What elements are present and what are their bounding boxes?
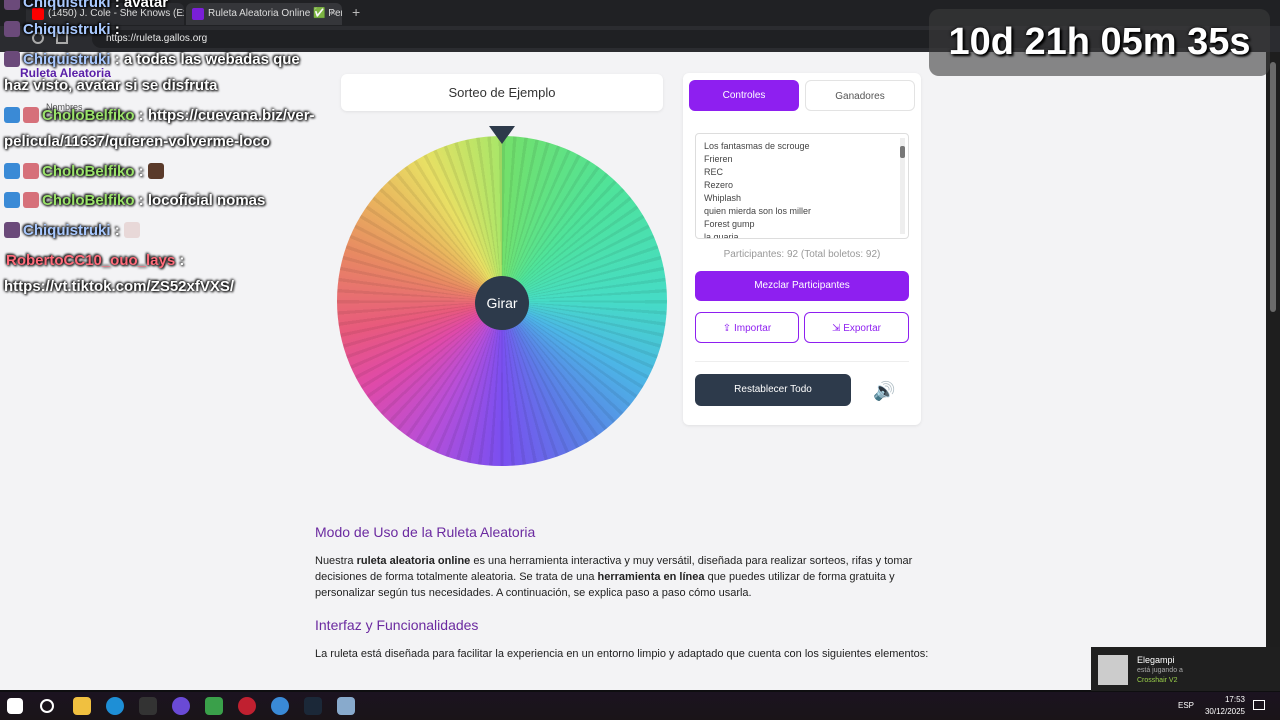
- paragraph-usage: Nuestra ruleta aleatoria online es una h…: [315, 555, 913, 599]
- emote-icon: [147, 163, 164, 179]
- avatar: [23, 107, 39, 123]
- import-button[interactable]: ⇪ Importar: [695, 312, 799, 343]
- scroll-thumb[interactable]: [1270, 62, 1276, 312]
- chat-message: Chiquistruki : avatar: [4, 0, 168, 11]
- toast-name: Elegampi: [1137, 655, 1175, 665]
- list-scrollbar[interactable]: [900, 138, 905, 234]
- chat-message-cont: https://vt.tiktok.com/ZS52xfVXS/: [4, 278, 235, 295]
- list-item: quien mierda son los miller: [704, 206, 812, 216]
- toast-line1: está jugando a: [1137, 667, 1183, 674]
- chat-message: Chiquistruki :: [4, 21, 120, 38]
- draw-title[interactable]: Sorteo de Ejemplo: [341, 74, 663, 111]
- minecraft-icon[interactable]: [205, 697, 223, 715]
- volume-icon[interactable]: 🔊: [873, 381, 895, 402]
- avatar: [23, 192, 39, 208]
- windows-start-icon[interactable]: [7, 698, 23, 714]
- tab-controles[interactable]: Controles: [689, 80, 799, 111]
- new-tab-button[interactable]: +: [352, 4, 360, 20]
- chat-message: Chiquistruki : a todas las webadas que: [4, 51, 300, 68]
- ruleta-favicon-icon: [192, 8, 204, 20]
- export-icon: ⇲: [832, 323, 844, 334]
- chat-message-cont: haz visto, avatar si se disfruta: [4, 77, 218, 94]
- wheel-pointer-icon: [489, 126, 515, 144]
- clock-time[interactable]: 17:53: [1203, 695, 1245, 704]
- heading-usage: Modo de Uso de la Ruleta Aleatoria: [315, 524, 536, 540]
- language-indicator[interactable]: ESP: [1178, 701, 1194, 710]
- reset-button[interactable]: Restablecer Todo: [695, 374, 851, 406]
- chat-message: Chiquistruki :: [4, 222, 143, 239]
- search-icon[interactable]: [40, 699, 54, 713]
- badge-icon: [4, 107, 20, 123]
- list-item: Forest gump: [704, 219, 755, 229]
- spin-button[interactable]: Girar: [475, 276, 529, 330]
- tab-ruleta[interactable]: Ruleta Aleatoria Online ✅ Person... ×: [186, 3, 342, 25]
- avatar: [4, 222, 20, 238]
- toast-game: Crosshair V2: [1137, 677, 1178, 684]
- chat-message: CholoBelfiko : locoficial nomas: [4, 192, 265, 209]
- list-item: Whiplash: [704, 193, 742, 203]
- avatar: [23, 163, 39, 179]
- badge-icon: [4, 192, 20, 208]
- emote-icon: [123, 222, 140, 238]
- avatar: [4, 0, 20, 10]
- close-icon[interactable]: ×: [330, 3, 336, 25]
- countdown-timer: 10d 21h 05m 35s: [929, 9, 1270, 76]
- shuffle-button[interactable]: Mezclar Participantes: [695, 271, 909, 301]
- steam-icon[interactable]: [304, 697, 322, 715]
- tab-ganadores[interactable]: Ganadores: [805, 80, 915, 111]
- edge-icon[interactable]: [106, 697, 124, 715]
- badge-icon: [4, 163, 20, 179]
- app-icon[interactable]: [271, 697, 289, 715]
- participants-textarea[interactable]: Los fantasmas de scrouge Frieren REC Rez…: [695, 133, 909, 239]
- file-explorer-icon[interactable]: [73, 697, 91, 715]
- list-item: Frieren: [704, 154, 733, 164]
- notification-icon[interactable]: [1253, 700, 1265, 710]
- steam-notification[interactable]: Elegampi está jugando a Crosshair V2: [1091, 647, 1280, 691]
- chat-message: CholoBelfiko : https://cuevana.biz/ver-: [4, 107, 315, 124]
- taskbar: ESP 17:53 30/12/2025: [0, 692, 1280, 720]
- list-item: Rezero: [704, 180, 734, 190]
- control-panel: Controles Ganadores Los fantasmas de scr…: [683, 73, 921, 425]
- participants-count: Participantes: 92 (Total boletos: 92): [723, 249, 881, 260]
- list-item: REC: [704, 167, 724, 177]
- list-item: Los fantasmas de scrouge: [704, 141, 810, 151]
- chat-message: RobertoCC10_ouo_lays :: [6, 252, 185, 269]
- app-icon[interactable]: [139, 697, 157, 715]
- tab-label: Ruleta Aleatoria Online ✅ Person...: [208, 8, 342, 19]
- chat-message-cont: pelicula/11637/quieren-volverme-loco: [4, 133, 270, 150]
- export-label: Exportar: [843, 323, 881, 334]
- divider: [695, 361, 909, 362]
- list-item: la guaria: [704, 232, 739, 239]
- heading-interface: Interfaz y Funcionalidades: [315, 617, 479, 633]
- import-label: Importar: [733, 323, 772, 334]
- clock-date[interactable]: 30/12/2025: [1200, 707, 1245, 716]
- avatar: [4, 21, 20, 37]
- export-button[interactable]: ⇲ Exportar: [804, 312, 909, 343]
- app-icon[interactable]: [238, 697, 256, 715]
- page-scrollbar[interactable]: [1266, 52, 1280, 690]
- chat-message: CholoBelfiko :: [4, 163, 167, 180]
- app-icon[interactable]: [337, 697, 355, 715]
- obs-icon[interactable]: [172, 697, 190, 715]
- avatar: [1098, 655, 1128, 685]
- paragraph-interface: La ruleta está diseñada para facilitar l…: [315, 648, 929, 660]
- avatar: [4, 51, 20, 67]
- import-icon: ⇪: [722, 323, 734, 334]
